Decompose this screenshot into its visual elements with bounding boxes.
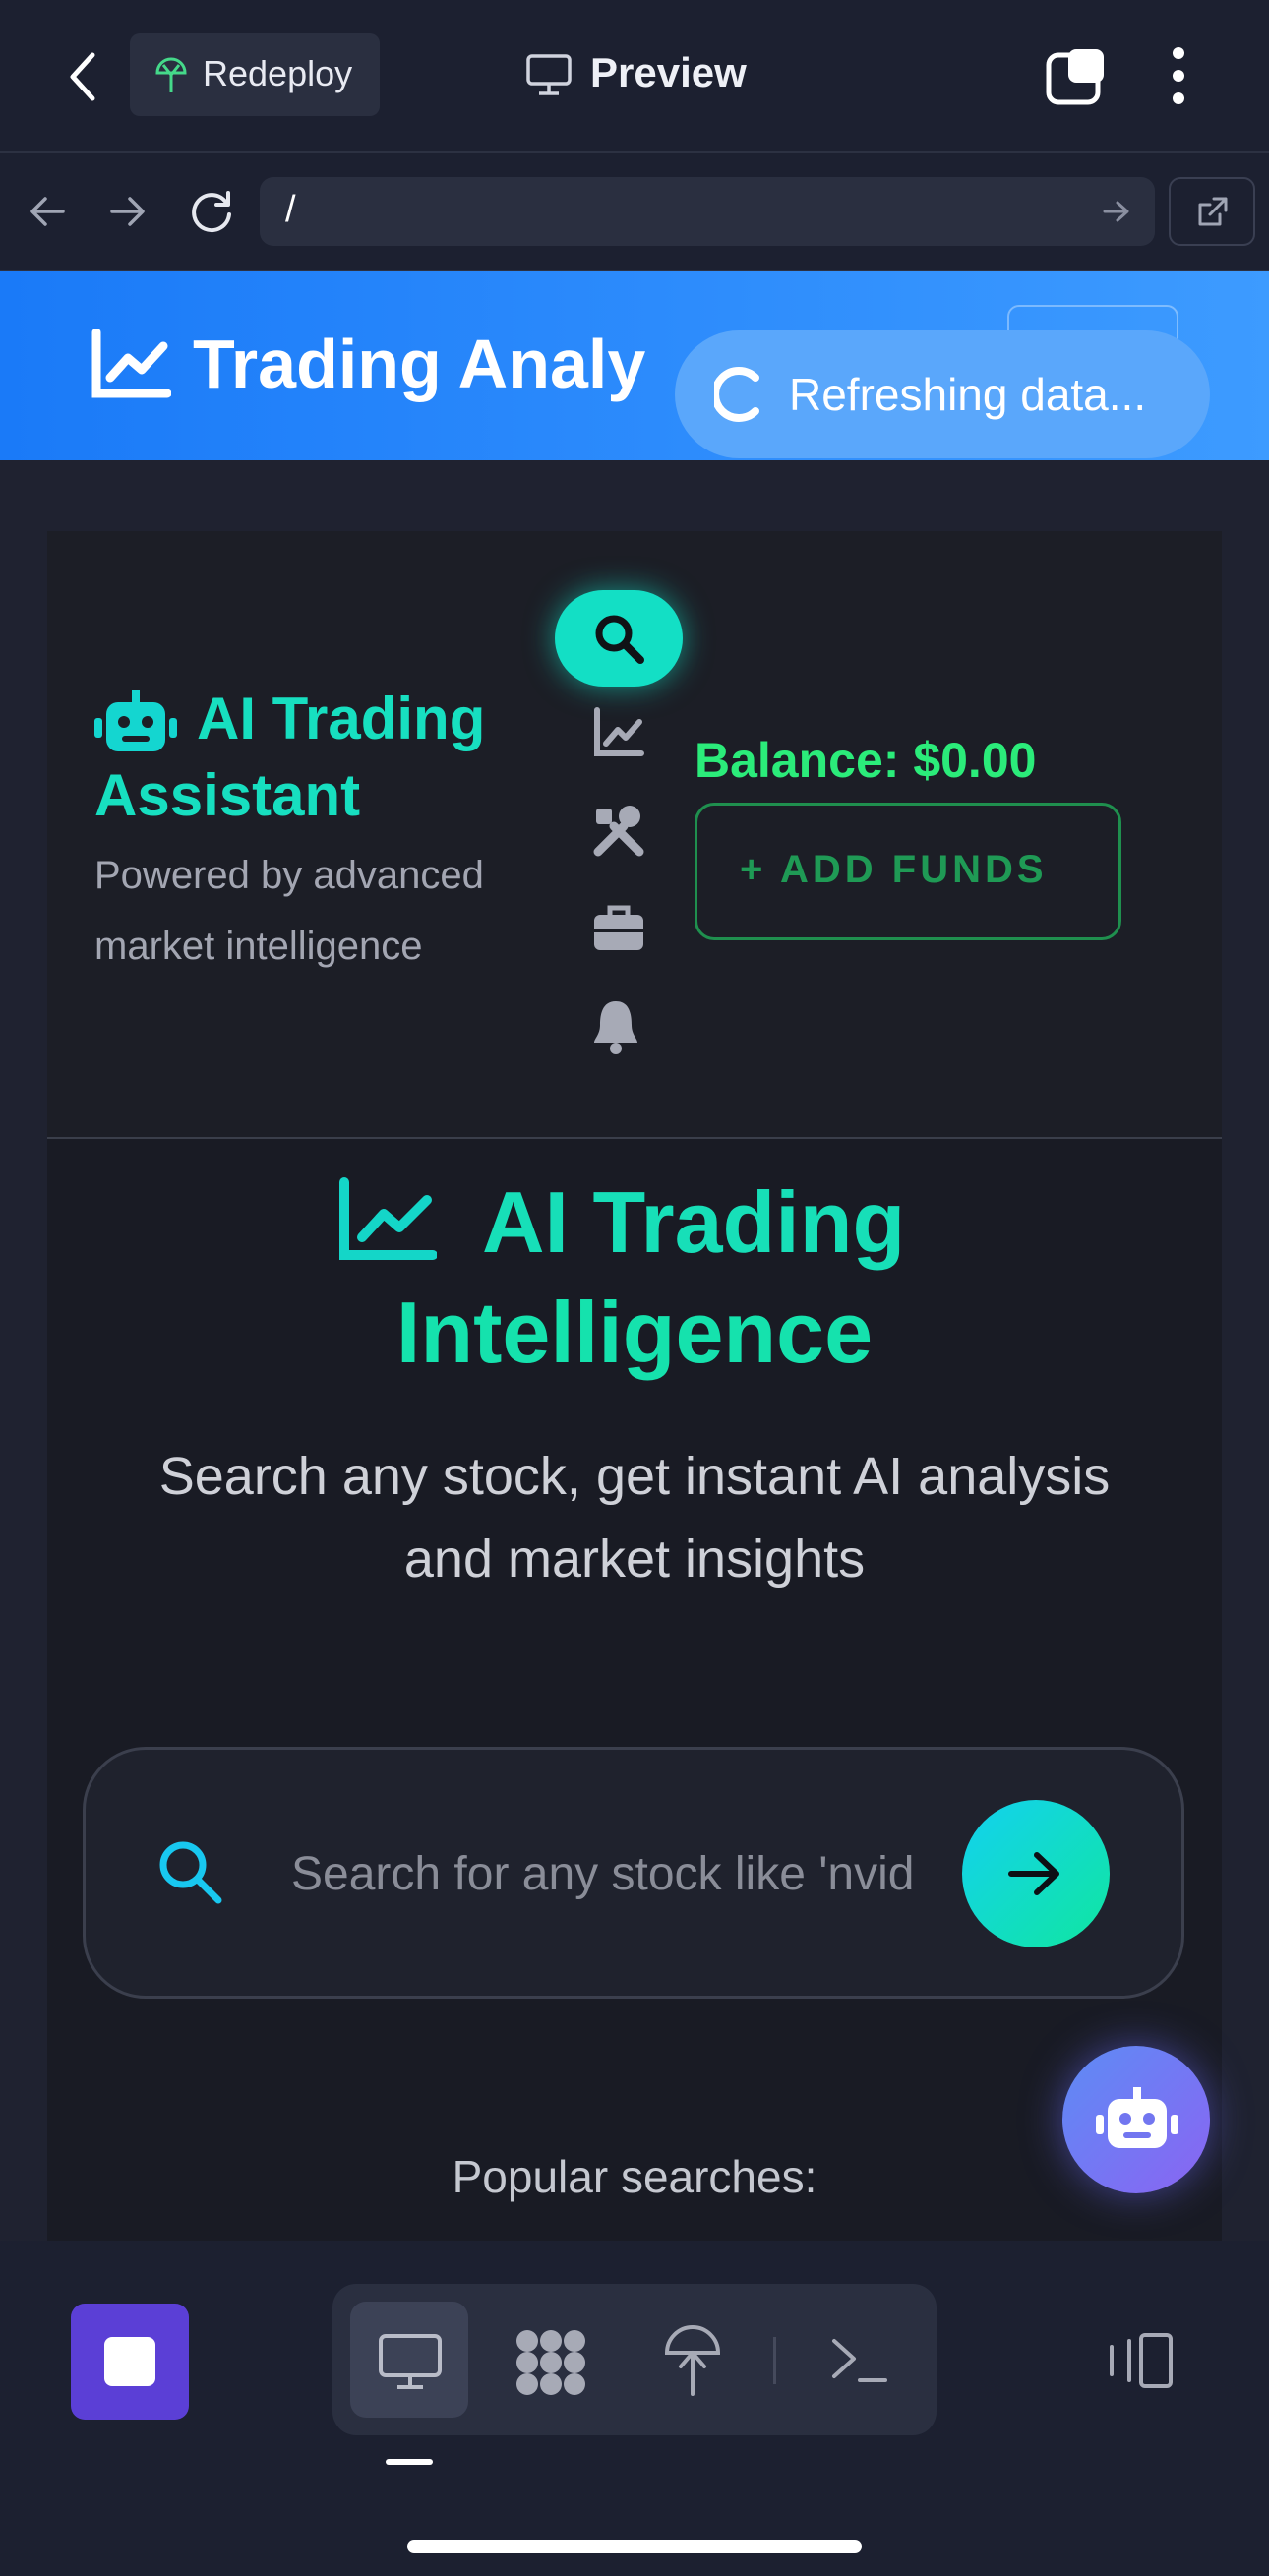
device-rotate-icon[interactable] xyxy=(1102,2331,1175,2390)
hero-title-line1: AI Trading xyxy=(482,1173,906,1271)
nav-back-icon[interactable] xyxy=(28,195,67,228)
url-go-arrow-icon[interactable] xyxy=(1102,199,1131,224)
toast-text: Refreshing data... xyxy=(789,369,1147,420)
active-tab-indicator xyxy=(386,2459,433,2465)
url-input[interactable] xyxy=(260,177,1155,246)
stock-search-input[interactable] xyxy=(289,1839,923,1908)
desktop-preview-icon xyxy=(379,2334,442,2389)
deploy-tree-icon xyxy=(155,57,187,92)
monitor-icon xyxy=(526,54,572,95)
nav-briefcase-icon[interactable] xyxy=(590,903,647,954)
hero-chart-icon xyxy=(339,1177,437,1260)
deploy-icon[interactable] xyxy=(661,2323,724,2398)
nav-bell-icon[interactable] xyxy=(590,997,641,1056)
nav-tools-icon[interactable] xyxy=(590,803,647,860)
fab-robot-icon xyxy=(1096,2087,1178,2148)
nav-chart-icon[interactable] xyxy=(592,706,645,759)
url-path: / xyxy=(285,189,296,230)
chart-line-icon xyxy=(91,329,171,398)
hero-title-line2: Intelligence xyxy=(395,1284,874,1381)
balance-text: Balance: $0.00 xyxy=(695,733,1037,788)
hero-description-line2: and market insights xyxy=(403,1529,866,1588)
reload-icon[interactable] xyxy=(189,189,234,234)
workflow-nodes-icon[interactable] xyxy=(514,2327,588,2398)
robot-icon xyxy=(94,690,177,751)
search-field-icon xyxy=(159,1841,222,1904)
assistant-subtitle-line2: market intelligence xyxy=(94,925,423,968)
header-title: Trading Analy xyxy=(193,326,646,402)
more-vertical-icon[interactable] xyxy=(1167,45,1190,106)
switcher-separator xyxy=(773,2337,776,2384)
tabs-icon[interactable] xyxy=(1045,45,1108,106)
spinner-icon xyxy=(714,367,759,422)
redeploy-label: Redeploy xyxy=(203,53,353,93)
assistant-title-line1: AI Trading xyxy=(197,686,486,751)
arrow-right-icon xyxy=(1008,1852,1059,1895)
assistant-title-line2: Assistant xyxy=(94,762,361,828)
external-link-icon xyxy=(1198,197,1228,226)
nav-forward-icon[interactable] xyxy=(108,195,148,228)
add-funds-label: + ADD FUNDS xyxy=(740,848,1048,891)
assistant-subtitle-line1: Powered by advanced xyxy=(94,854,484,897)
terminal-icon[interactable] xyxy=(828,2335,889,2386)
hero-description-line1: Search any stock, get instant AI analysi… xyxy=(158,1447,1111,1506)
stop-square-icon xyxy=(104,2337,155,2386)
preview-title: Preview xyxy=(590,49,747,95)
home-indicator xyxy=(407,2540,862,2553)
back-chevron-icon[interactable] xyxy=(65,49,100,104)
search-icon xyxy=(595,615,644,664)
